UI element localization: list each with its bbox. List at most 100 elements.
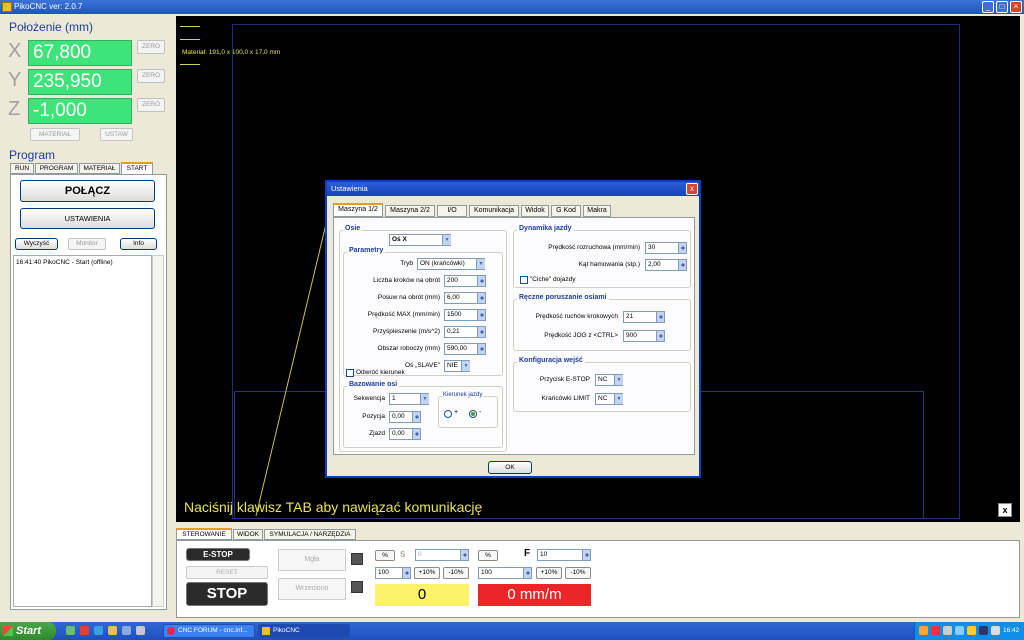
browser-icon [167,627,175,635]
stop-button[interactable]: STOP [186,582,268,606]
feed-plus-button[interactable]: +10% [536,567,562,579]
tab-widok-bottom[interactable]: WIDOK [233,529,263,540]
connect-button[interactable]: POŁĄCZ [20,180,155,202]
feed-spinner[interactable] [477,293,485,303]
settings-button[interactable]: USTAWIENIA [20,208,155,229]
taskbar: Start CNC FORUM - cnc.inf... PikoCNC 16:… [0,622,1024,640]
app-icon [2,2,12,12]
step-speed-spinner[interactable] [656,312,664,322]
quicklaunch-icon[interactable] [108,626,117,635]
tray-icon[interactable] [943,626,952,635]
spindle-display: 0 [375,584,469,606]
volume-icon[interactable] [991,626,1000,635]
feed-f-spinner[interactable] [582,550,590,560]
log-entry: 16:41:40 PikoCNC - Start (offline) [16,259,113,266]
spindle-override-spinner[interactable] [402,568,410,578]
spindle-s-spinner[interactable] [460,550,468,560]
exit-spinner[interactable] [412,429,420,439]
log-scrollbar[interactable] [152,255,164,607]
tab-program[interactable]: PROGRAM [35,163,78,174]
clear-log-button[interactable]: Wyczyść [15,238,58,250]
feed-percent-label: % [478,550,498,561]
tray-icon[interactable] [919,626,928,635]
clock: 16:42 [1003,627,1020,634]
start-label: Start [16,625,42,637]
start-speed-spinner[interactable] [678,243,686,253]
quicklaunch-icon[interactable] [122,626,131,635]
estop-button[interactable]: E-STOP [186,548,250,561]
tray-icon[interactable] [967,626,976,635]
spindle-plus-button[interactable]: +10% [414,567,440,579]
tab-makra[interactable]: Makra [583,205,611,217]
x-zero-button[interactable]: ZERO [137,40,165,54]
quicklaunch-icon[interactable] [80,626,89,635]
tab-hint-text: Naciśnij klawisz TAB aby nawiązać komuni… [184,499,483,515]
close-button[interactable]: × [1010,1,1022,13]
chevron-down-icon[interactable]: ▼ [420,394,429,404]
spindle-button[interactable]: Wrzeciono [278,578,346,600]
mode-select[interactable]: ON (krańcówki) [417,258,485,270]
start-button[interactable]: Start [0,622,56,640]
chevron-down-icon[interactable]: ▼ [442,235,451,245]
radio-selected-dot [471,412,475,416]
minimize-button[interactable]: _ [982,1,994,13]
tab-sterowanie[interactable]: STEROWANIE [176,528,232,540]
chevron-down-icon[interactable]: ▼ [614,375,623,385]
taskbar-item-forum[interactable]: CNC FORUM - cnc.inf... [163,624,255,638]
feed-minus-button[interactable]: -10% [565,567,591,579]
quicklaunch-icon[interactable] [66,626,75,635]
tab-symulacja[interactable]: SYMULACJA / NARZĘDZIA [264,529,356,540]
info-button[interactable]: Info [120,238,157,250]
feed-override-spinner[interactable] [523,568,531,578]
log-list[interactable]: 16:41:40 PikoCNC - Start (offline) [13,255,152,607]
jog-speed-spinner[interactable] [656,331,664,341]
tray-icon[interactable] [955,626,964,635]
axes-group-title: Osie [343,225,363,232]
max-speed-spinner[interactable] [477,310,485,320]
material-button[interactable]: MATERIAŁ [30,128,80,141]
steps-spinner[interactable] [477,276,485,286]
accel-spinner[interactable] [477,327,485,337]
quicklaunch-icon[interactable] [136,626,145,635]
close-overlay-button[interactable]: x [998,503,1012,517]
dialog-close-button[interactable]: x [686,183,698,195]
work-area-spinner[interactable] [477,344,485,354]
direction-minus-radio[interactable] [469,410,477,418]
tab-start[interactable]: START [121,162,153,174]
mist-button[interactable]: Mgła [278,549,346,571]
chevron-down-icon[interactable]: ▼ [476,259,485,269]
tab-run[interactable]: RUN [10,163,34,174]
ok-button[interactable]: OK [488,461,532,474]
sequence-label: Sekwencja [353,395,385,402]
direction-plus-label: + [454,409,459,416]
ustaw-button[interactable]: USTAW [100,128,133,141]
monitor-button[interactable]: Monitor [68,238,106,250]
quicklaunch-icon[interactable] [94,626,103,635]
settings-dialog: Ustawienia x Maszyna 1/2 Maszyna 2/2 I/O… [325,180,701,478]
spindle-minus-button[interactable]: -10% [443,567,469,579]
reverse-checkbox[interactable] [346,369,354,377]
tab-komunikacja[interactable]: Komunikacja [469,205,519,217]
tab-material[interactable]: MATERIAŁ [79,163,120,174]
tab-widok[interactable]: Widok [521,205,549,217]
maximize-button[interactable]: □ [996,1,1008,13]
tab-gkod[interactable]: G Kod [551,205,581,217]
step-speed-label: Prędkość ruchów krokowych [535,313,618,320]
taskbar-item-label: PikoCNC [273,627,300,634]
tab-io[interactable]: I/O [437,205,467,217]
z-zero-button[interactable]: ZERO [137,98,165,112]
brake-angle-spinner[interactable] [678,260,686,270]
y-zero-button[interactable]: ZERO [137,69,165,83]
tray-icon[interactable] [979,626,988,635]
tab-maszyna-1[interactable]: Maszyna 1/2 [333,203,383,217]
feed-display: 0 mm/m [478,584,591,606]
position-spinner[interactable] [412,412,420,422]
chevron-down-icon[interactable]: ▼ [614,394,623,404]
soft-approach-checkbox[interactable] [520,276,528,284]
tab-maszyna-2[interactable]: Maszyna 2/2 [385,205,435,217]
taskbar-item-pikocnc[interactable]: PikoCNC [258,624,350,638]
reset-button[interactable]: RESET [186,566,268,579]
direction-plus-radio[interactable] [444,410,452,418]
chevron-down-icon[interactable]: ▼ [461,361,470,371]
tray-icon[interactable] [931,626,940,635]
